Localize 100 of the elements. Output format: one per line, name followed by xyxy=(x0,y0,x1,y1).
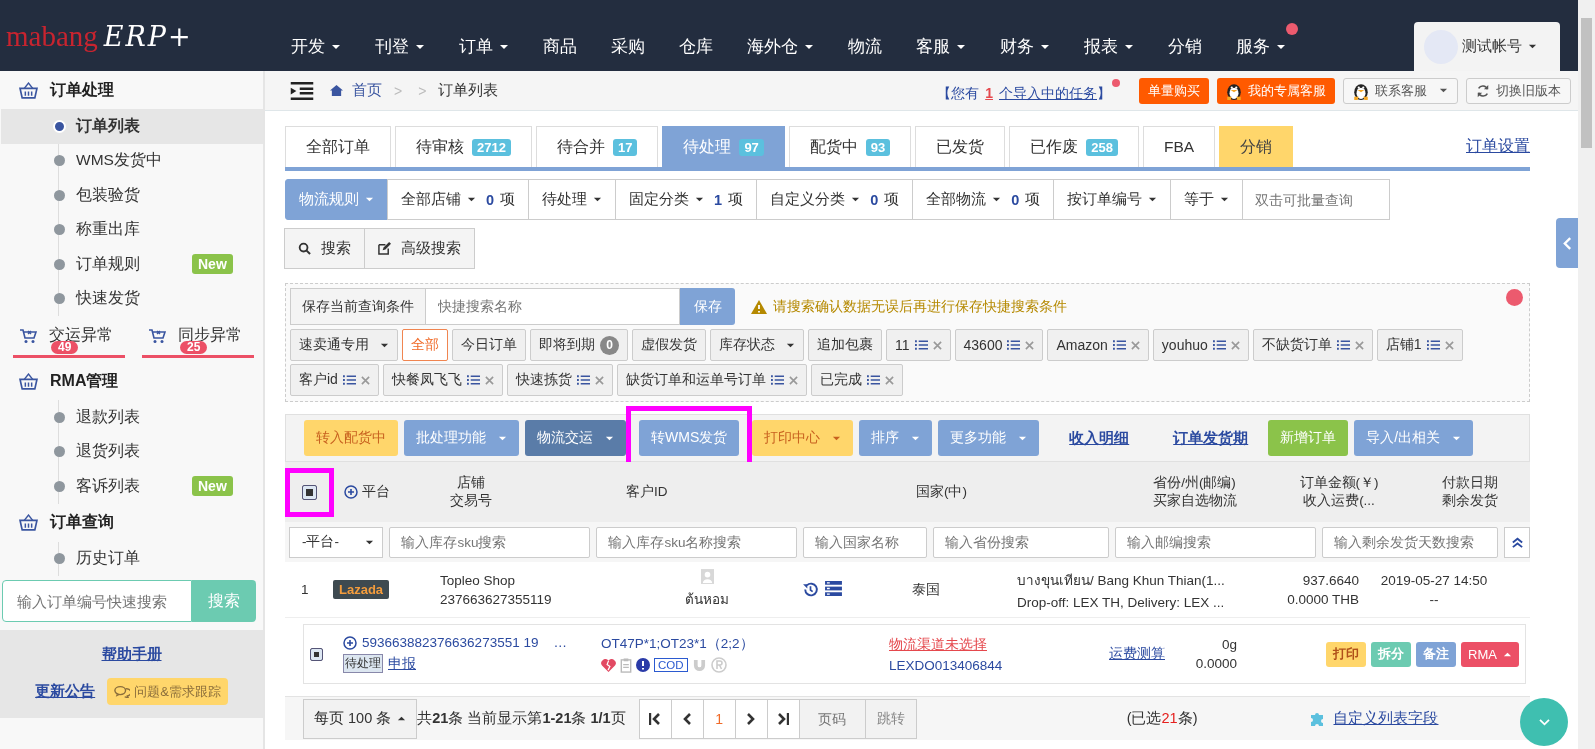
account-menu[interactable]: 测试帐号 xyxy=(1414,22,1560,71)
quick-filter-tag[interactable]: 速卖通专用 xyxy=(290,329,398,361)
collapse-button[interactable] xyxy=(1504,526,1530,558)
platform-select[interactable]: -平台- xyxy=(289,526,384,558)
quick-filter-tag[interactable]: 店铺1 xyxy=(1376,329,1463,361)
order-settings-link[interactable]: 订单设置 xyxy=(1466,136,1530,157)
close-icon[interactable] xyxy=(1506,289,1523,306)
sidebar-item[interactable]: WMS发货中 xyxy=(1,143,263,178)
nav-menu-item[interactable]: 订单 xyxy=(459,23,509,58)
search-field[interactable]: 双击可批量查询 xyxy=(1242,179,1391,220)
sidebar-item[interactable]: 客诉列表 New xyxy=(1,469,263,504)
quick-filter-tag[interactable]: 已完成 xyxy=(810,364,903,396)
sidebar-item[interactable]: 退款列表 xyxy=(1,400,263,435)
import-task-link[interactable]: 【您有 1 个导入中的任务】 xyxy=(937,78,1120,103)
freight-calc-link[interactable]: 运费测算 xyxy=(1109,645,1193,663)
nav-menu-item[interactable]: 客服 xyxy=(916,23,966,58)
tab[interactable]: 全部订单 xyxy=(285,126,391,167)
search-field[interactable]: 输入订单编号快速搜索 xyxy=(2,580,192,622)
quick-filter-tag[interactable]: 43600 xyxy=(954,329,1044,361)
page-size-dropdown[interactable]: 每页 100 条 xyxy=(303,698,418,739)
checkbox[interactable] xyxy=(302,484,317,500)
filter-dropdown[interactable]: 全部店铺 0 项 xyxy=(387,179,530,220)
filter-dropdown[interactable]: 等于 xyxy=(1170,179,1244,220)
toolbar-button[interactable]: 物流交运 xyxy=(525,420,626,456)
checkbox[interactable] xyxy=(310,647,323,661)
filter-dropdown[interactable]: 固定分类 1 项 xyxy=(615,179,758,220)
help-link[interactable]: 帮助手册 xyxy=(101,645,162,664)
update-link[interactable]: 更新公告 xyxy=(35,682,96,701)
nav-menu-item[interactable]: 服务 xyxy=(1236,23,1298,58)
first-page-button[interactable] xyxy=(638,698,672,739)
quick-filter-tag[interactable]: 今日订单 xyxy=(452,329,526,361)
header-button[interactable]: 切换旧版本 xyxy=(1466,77,1571,104)
filter-field[interactable]: 输入剩余发货天数搜索 xyxy=(1322,526,1499,558)
quick-filter-tag[interactable]: 库存状态 xyxy=(710,329,804,361)
tab[interactable]: 配货中 93 xyxy=(788,126,912,167)
sidebar-item[interactable]: 订单列表 xyxy=(1,109,263,144)
filter-field[interactable]: 输入邮编搜索 xyxy=(1115,526,1317,558)
sidebar-item[interactable]: 历史订单 xyxy=(1,541,263,576)
scroll-down-button[interactable] xyxy=(1520,698,1568,746)
tab[interactable]: 已作废 258 xyxy=(1009,126,1140,167)
nav-menu-item[interactable]: 仓库 xyxy=(679,23,713,58)
quick-filter-tag[interactable]: 即将到期 0 xyxy=(530,329,628,361)
order-number-link[interactable]: 593663882376636273551 19 xyxy=(362,635,539,650)
collapse-panel-button[interactable] xyxy=(1556,218,1578,268)
quick-filter-tag[interactable]: 快速拣货 xyxy=(506,364,613,396)
filter-dropdown[interactable]: 自定义分类 0 项 xyxy=(756,179,914,220)
filter-dropdown[interactable]: 全部物流 0 项 xyxy=(912,179,1055,220)
filter-field[interactable]: 输入库存sku名称搜索 xyxy=(596,526,798,558)
nav-menu-item[interactable]: 财务 xyxy=(1000,23,1050,58)
advanced-search-button[interactable]: 高级搜索 xyxy=(364,228,475,269)
action-button[interactable]: RMA xyxy=(1461,641,1519,667)
tab[interactable]: 待合并 17 xyxy=(535,126,659,167)
sidebar-item[interactable]: 退货列表 xyxy=(1,434,263,469)
quick-filter-tag[interactable]: 追加包裹 xyxy=(808,329,882,361)
nav-menu-item[interactable]: 采购 xyxy=(611,23,645,58)
quick-filter-tag[interactable]: 快餐凤飞飞 xyxy=(382,364,503,396)
filter-dropdown[interactable]: 按订单编号 xyxy=(1053,179,1172,220)
next-page-button[interactable] xyxy=(734,698,768,739)
sidebar-item[interactable]: 包装验货 xyxy=(1,178,263,213)
nav-menu-item[interactable]: 商品 xyxy=(543,23,577,58)
sidebar-item[interactable]: 订单规则 New xyxy=(1,247,263,282)
quick-filter-tag[interactable]: Amazon xyxy=(1047,329,1149,361)
tab[interactable]: FBA xyxy=(1143,126,1216,167)
tab[interactable]: 待审核 2712 xyxy=(395,126,532,167)
sidebar-item[interactable]: 快速发货 xyxy=(1,281,263,316)
filter-field[interactable]: 输入库存sku搜索 xyxy=(389,526,591,558)
tab[interactable]: 分销 xyxy=(1219,126,1294,167)
filter-field[interactable]: 输入国家名称 xyxy=(803,526,928,558)
breadcrumb-link[interactable]: 首页 xyxy=(352,81,382,100)
logistics-warning-link[interactable]: 物流渠道未选择 xyxy=(889,635,1109,654)
nav-menu-item[interactable]: 报表 xyxy=(1084,23,1134,58)
search-button[interactable]: 搜索 xyxy=(284,228,365,269)
scrollbar-thumb[interactable] xyxy=(1581,18,1592,148)
filter-dropdown[interactable]: 待处理 xyxy=(528,179,617,220)
quick-filter-tag[interactable]: 客户id xyxy=(290,364,379,396)
toolbar-link[interactable]: 收入明细 xyxy=(1069,428,1130,448)
caret-icon xyxy=(1220,195,1230,204)
nav-menu-item[interactable]: 开发 xyxy=(291,23,341,58)
toolbar-link[interactable]: 订单发货期 xyxy=(1173,428,1249,448)
nav-menu-item[interactable]: 海外仓 xyxy=(747,23,814,58)
last-page-button[interactable] xyxy=(766,698,800,739)
declare-link[interactable]: 申报 xyxy=(388,654,416,673)
quick-filter-tag[interactable]: 虚假发货 xyxy=(632,329,706,361)
quick-filter-tag[interactable]: 不缺货订单 xyxy=(1252,329,1373,361)
quick-filter-tag[interactable]: 11 xyxy=(886,329,951,361)
header-button[interactable]: 联系客服 xyxy=(1343,77,1458,104)
nav-menu-item[interactable]: 分销 xyxy=(1168,23,1202,58)
name-field[interactable]: 快捷搜索名称 xyxy=(426,288,680,325)
action-button[interactable]: 打印 xyxy=(1326,641,1367,667)
quick-filter-tag[interactable]: youhuo xyxy=(1152,329,1249,361)
quick-filter-tag[interactable]: 缺货订单和运单号订单 xyxy=(616,364,807,396)
filter-field[interactable]: 输入省份搜索 xyxy=(933,526,1110,558)
sidebar-item[interactable]: 称重出库 xyxy=(1,212,263,247)
page-field[interactable]: 页码 xyxy=(798,698,866,739)
scrollbar[interactable] xyxy=(1578,0,1595,749)
feedback-button[interactable]: 问题&需求跟踪 xyxy=(107,678,228,705)
nav-menu-item[interactable]: 物流 xyxy=(848,23,882,58)
customize-columns-link[interactable]: 自定义列表字段 xyxy=(1333,709,1439,728)
nav-menu-item[interactable]: 刊登 xyxy=(375,23,425,58)
tab[interactable]: 已发货 xyxy=(915,126,1006,167)
